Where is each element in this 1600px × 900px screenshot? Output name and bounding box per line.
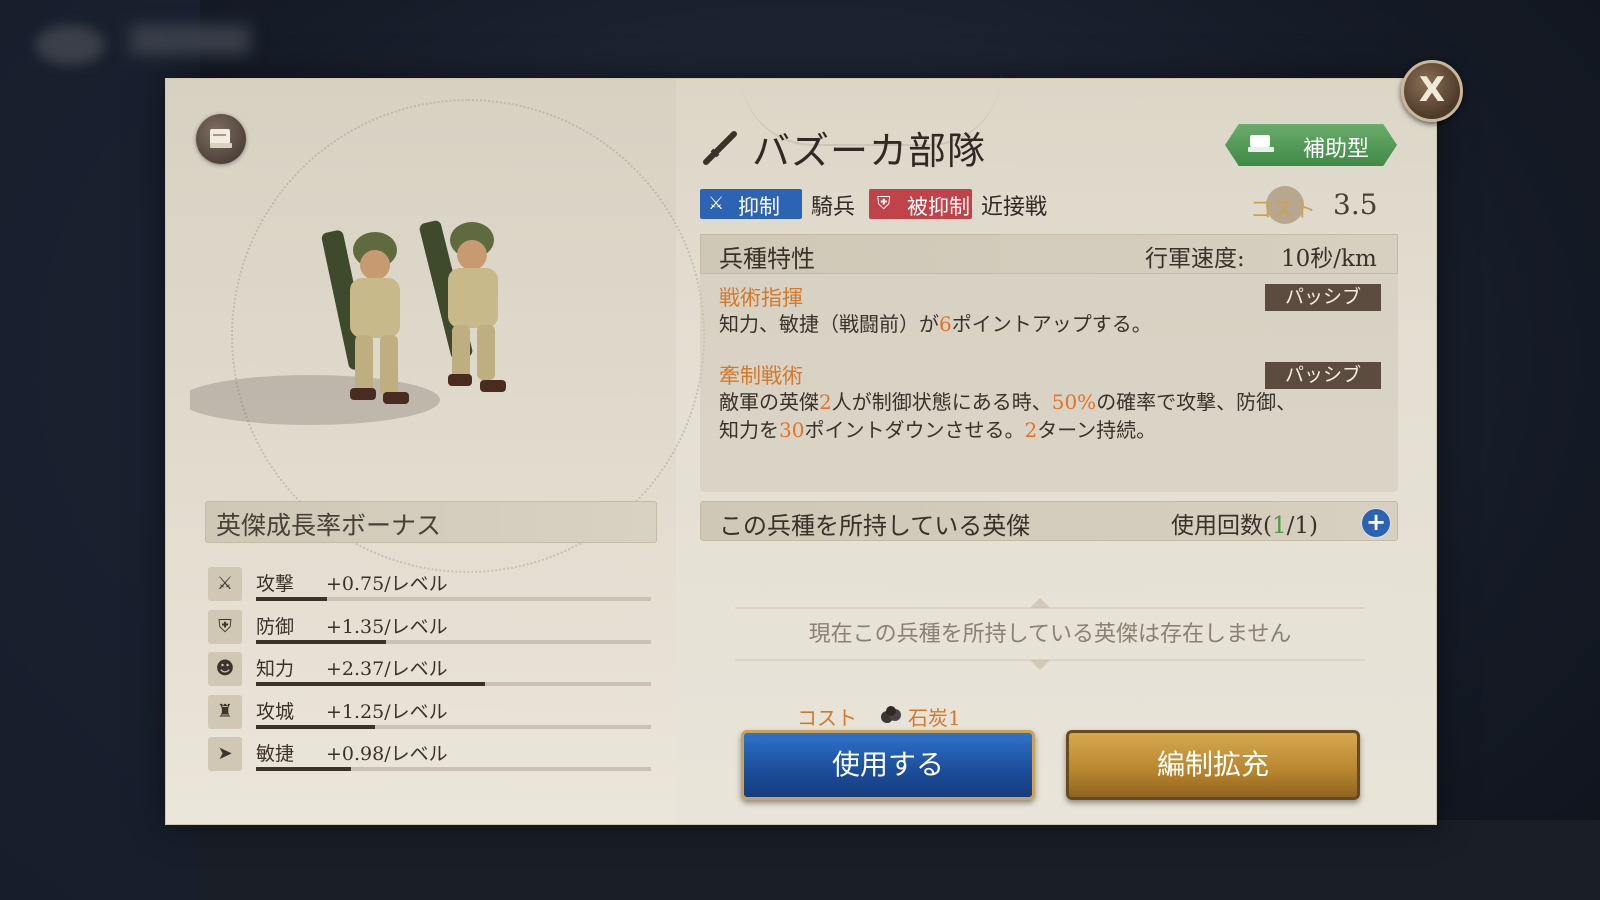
add-usage-button[interactable]: + [1361, 508, 1391, 538]
unit-name: バズーカ部隊 [752, 129, 987, 173]
growth-stat-row: ➤ 敏捷 +0.98/レベル [208, 735, 653, 775]
growth-bonus-header: 英傑成長率ボーナス [205, 501, 657, 543]
use-button[interactable]: 使用する [741, 730, 1035, 800]
stat-value: +0.98/レベル [326, 743, 448, 765]
stat-value: +1.25/レベル [326, 700, 448, 723]
march-speed-value: 10秒/km [1281, 246, 1377, 272]
growth-bonus-title: 英傑成長率ボーナス [216, 511, 442, 540]
action-cost-label: コスト [797, 706, 857, 730]
skill-name: 戦術指揮 [719, 286, 803, 310]
close-button[interactable]: X [1401, 60, 1463, 122]
stat-name: 攻撃 [256, 573, 295, 595]
empty-owners-frame: 現在この兵種を所持している英傑は存在しません [715, 598, 1385, 670]
stat-name: 知力 [256, 658, 295, 680]
countered-label: 被抑制 [907, 195, 970, 219]
stat-bar [256, 767, 651, 771]
encyclopedia-button[interactable] [196, 114, 246, 164]
empty-owners-message: 現在この兵種を所持している英傑は存在しません [808, 622, 1292, 647]
unit-features-box: 兵種特性 行軍速度: 10秒/km 戦術指揮 パッシブ 知力、敏捷（戦闘前）が6… [700, 234, 1398, 492]
skill-name: 牽制戦術 [719, 364, 803, 388]
unit-features-title: 兵種特性 [719, 245, 815, 273]
passive-tag: パッシブ [1265, 284, 1381, 311]
stat-bar-fill [256, 767, 351, 771]
cost-value: 3.5 [1333, 188, 1378, 221]
book-icon [210, 129, 232, 148]
stat-bar-fill [256, 724, 375, 729]
usage-count: 使用回数(1/1) [1171, 513, 1318, 539]
stat-name: 敏捷 [256, 743, 295, 765]
unit-type-label: 補助型 [1303, 137, 1370, 162]
stat-name: 攻城 [256, 700, 295, 723]
expand-formation-button[interactable]: 編制拡充 [1066, 730, 1360, 800]
unit-type-badge: 補助型 [1225, 124, 1397, 166]
sword-icon: ⚔ [208, 567, 242, 601]
castle-icon: ♜ [208, 694, 242, 729]
counters-label: 抑制 [738, 195, 780, 219]
stat-name: 防御 [256, 615, 295, 638]
stat-bar-fill [256, 682, 486, 686]
stat-value: +0.75/レベル [326, 573, 448, 595]
stat-bar [256, 724, 651, 729]
background-bottom [200, 820, 1600, 900]
owners-title: この兵種を所持している英傑 [719, 512, 1031, 540]
growth-stat-row: ⛨ 防御 +1.35/レベル [208, 608, 653, 648]
stat-value: +1.35/レベル [326, 615, 448, 638]
counters-tag: ⚔ 抑制 [700, 189, 802, 219]
background-blur [35, 25, 105, 65]
countered-target: 近接戦 [981, 195, 1048, 220]
support-type-icon [1248, 135, 1274, 152]
coal-cost: 石炭1 [908, 706, 961, 730]
background-blur [130, 25, 250, 55]
passive-tag: パッシブ [1265, 362, 1381, 389]
coal-icon [881, 706, 901, 723]
growth-stat-row: ☻ 知力 +2.37/レベル [208, 650, 653, 690]
countered-tag: ⛨ 被抑制 [869, 189, 972, 219]
head-icon: ☻ [208, 652, 242, 686]
stat-bar [256, 682, 651, 686]
bazooka-icon [703, 131, 737, 165]
march-speed-label: 行軍速度: [1145, 246, 1245, 272]
skill-description: 敵軍の英傑2人が制御状態にある時、50%の確率で攻撃、防御、 知力を30ポイントダ… [719, 390, 1297, 442]
unit-features-header: 兵種特性 行軍速度: 10秒/km [700, 234, 1398, 274]
stat-bar-fill [256, 639, 387, 644]
growth-stat-row: ♜ 攻城 +1.25/レベル [208, 693, 653, 733]
owners-header: この兵種を所持している英傑 使用回数(1/1) + [700, 501, 1398, 541]
cost-label: コスト [1250, 198, 1317, 223]
bazooka-soldiers-illustration [190, 220, 506, 425]
stat-bar [256, 639, 651, 644]
stat-bar-fill [256, 597, 328, 601]
growth-stat-row: ⚔ 攻撃 +0.75/レベル [208, 565, 653, 605]
boot-icon: ➤ [208, 737, 242, 771]
shield-icon: ⛨ [877, 193, 891, 214]
stat-bar [256, 597, 651, 601]
shield-icon: ⛨ [208, 609, 242, 644]
skill-description: 知力、敏捷（戦闘前）が6ポイントアップする。 [719, 312, 1152, 336]
stat-value: +2.37/レベル [326, 658, 448, 680]
crossed-swords-icon: ⚔ [708, 193, 725, 214]
counters-target: 騎兵 [811, 195, 856, 220]
